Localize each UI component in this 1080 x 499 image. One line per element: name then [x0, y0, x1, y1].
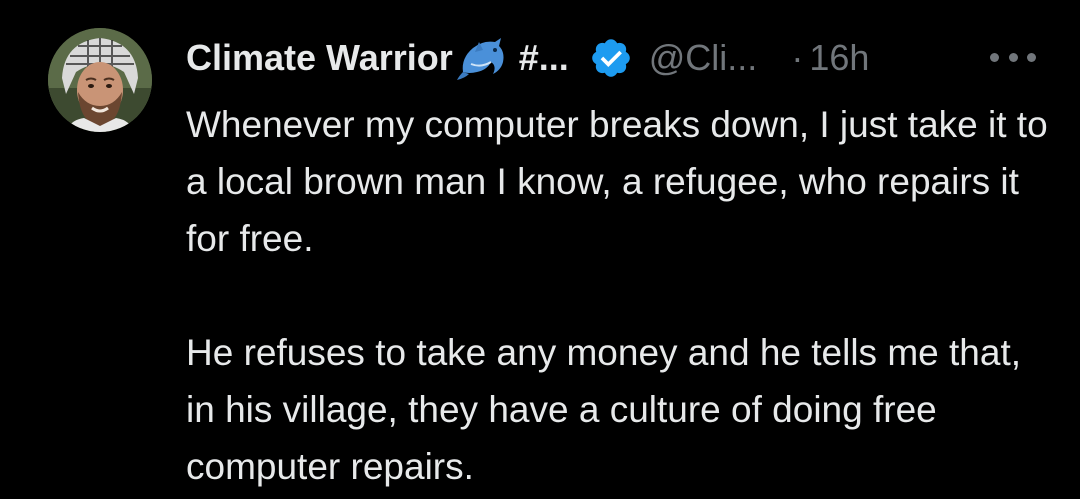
meta-separator: · — [791, 37, 804, 78]
more-dot — [990, 52, 999, 62]
avatar[interactable] — [48, 28, 152, 132]
tweet-paragraph: Whenever my computer breaks down, I just… — [186, 104, 1048, 259]
more-options-icon[interactable] — [990, 42, 1036, 72]
more-dot — [1008, 52, 1018, 62]
tweet-timestamp[interactable]: 16h — [809, 37, 869, 79]
name-truncation: #... — [518, 37, 569, 78]
tweet[interactable]: Climate Warrior #... @Cli... · 16h Whene — [0, 0, 1080, 499]
tweet-paragraph: He refuses to take any money and he tell… — [186, 332, 1022, 487]
author-handle[interactable]: @Cli... — [649, 37, 758, 79]
dolphin-icon — [456, 36, 507, 80]
author-name[interactable]: Climate Warrior — [186, 37, 453, 79]
avatar-photo — [48, 28, 152, 132]
tweet-header: Climate Warrior #... @Cli... · 16h — [186, 30, 869, 86]
more-dot — [1027, 52, 1036, 62]
verified-badge-icon — [589, 36, 633, 80]
tweet-text: Whenever my computer breaks down, I just… — [186, 96, 1056, 495]
